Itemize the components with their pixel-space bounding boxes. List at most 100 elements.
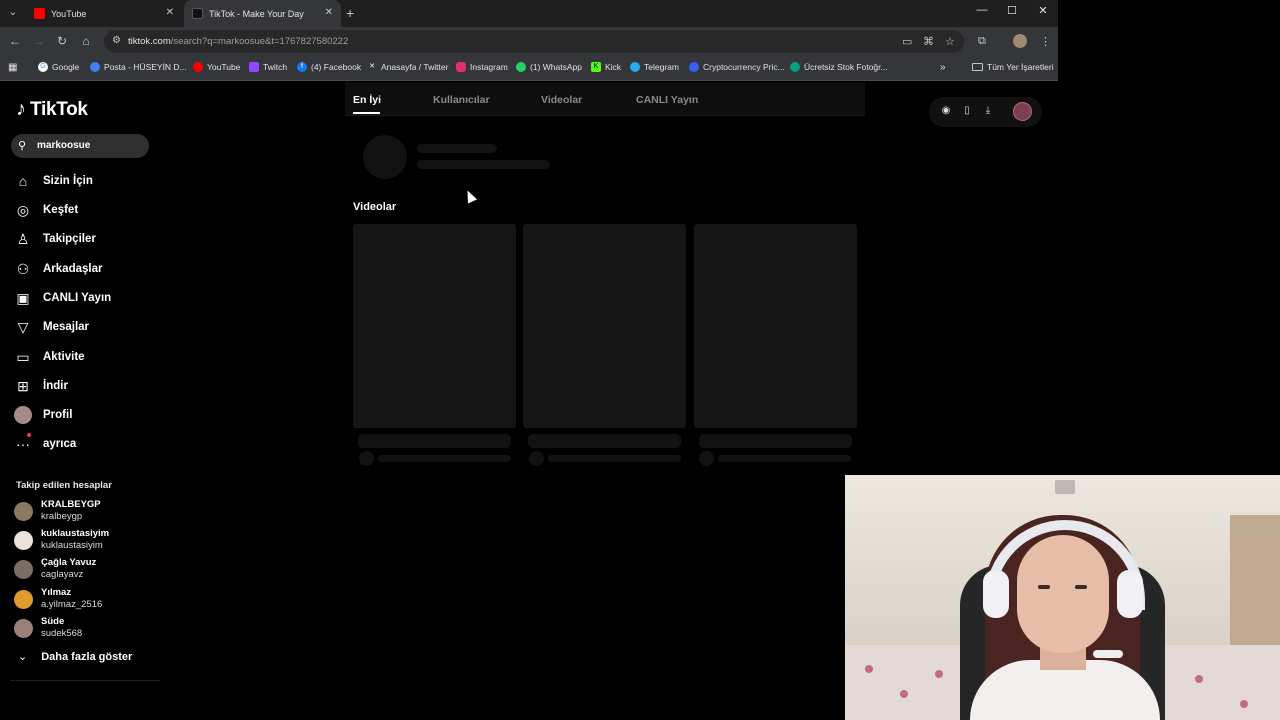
search-input[interactable]: ⚲ markoosue	[11, 134, 149, 158]
nav-download[interactable]: ⊞ İndir	[14, 376, 68, 396]
close-icon[interactable]: ✕	[166, 7, 174, 18]
bookmark-label: Posta - HÜSEYİN D...	[104, 62, 187, 72]
youtube-icon	[34, 8, 45, 19]
video-card-skeleton[interactable]	[523, 224, 686, 428]
nav-more[interactable]: ··· ayrıca	[14, 433, 76, 454]
nav-label: Mesajlar	[43, 321, 90, 333]
nav-live[interactable]: ▣ CANLI Yayın	[14, 288, 111, 308]
window-close-icon[interactable]: ✕	[1033, 4, 1053, 17]
minimize-icon[interactable]: —	[972, 4, 992, 16]
nav-for-you[interactable]: ⌂ Sizin İçin	[14, 171, 93, 191]
install-icon[interactable]: ▭	[902, 35, 912, 48]
followed-account[interactable]: Çağla Yavuz caglayavz	[14, 557, 164, 581]
skeleton-line	[699, 434, 852, 448]
apps-grid-icon[interactable]: ▦	[8, 62, 17, 73]
home-icon[interactable]: ⌂	[79, 34, 93, 48]
tab-videos[interactable]: Videolar	[541, 94, 582, 106]
nav-profile[interactable]: Profil	[14, 405, 72, 425]
header-actions: ◉ ▯ ⤓	[929, 97, 1042, 127]
maximize-icon[interactable]: ☐	[1002, 4, 1022, 17]
webcam-pattern	[1195, 675, 1203, 683]
translate-icon[interactable]: ⌘	[923, 35, 934, 48]
webcam-shelf	[1230, 515, 1280, 655]
all-bookmarks-folder[interactable]: Tüm Yer İşaretleri	[972, 62, 1054, 72]
bookmark-whatsapp[interactable]: (1) WhatsApp	[516, 62, 582, 72]
bookmark-label: Twitch	[263, 62, 288, 72]
download-plus-icon: ⊞	[17, 378, 29, 394]
google-icon: G	[38, 62, 48, 72]
profile-avatar-icon[interactable]	[1013, 34, 1027, 48]
avatar	[14, 590, 33, 609]
search-value: markoosue	[37, 140, 91, 151]
tab-top[interactable]: En İyi	[353, 94, 381, 106]
user-avatar[interactable]	[1013, 102, 1032, 121]
bookmark-telegram[interactable]: Telegram	[630, 62, 679, 72]
tab-search-icon[interactable]: ⌄	[4, 4, 22, 22]
bookmark-pexels[interactable]: Ücretsiz Stok Fotoğr...	[790, 62, 888, 72]
back-icon[interactable]: ←	[8, 34, 22, 48]
folder-icon	[972, 63, 983, 71]
close-icon[interactable]: ✕	[325, 7, 333, 18]
extensions-icon[interactable]: ⧉	[978, 35, 986, 48]
coin-icon	[689, 62, 699, 72]
following-accounts-title: Takip edilen hesaplar	[16, 480, 112, 491]
bookmark-label: Google	[52, 62, 80, 72]
new-tab-button[interactable]: +	[346, 5, 354, 21]
tab-users[interactable]: Kullanıcılar	[433, 94, 490, 106]
nav-explore[interactable]: ◎ Keşfet	[14, 200, 78, 220]
video-card-skeleton[interactable]	[353, 224, 516, 428]
skeleton-line	[718, 455, 851, 462]
webcam-overlay	[845, 475, 1280, 720]
skeleton-user-avatar	[363, 135, 407, 179]
tab-tiktok[interactable]: TikTok - Make Your Day ✕	[184, 0, 341, 27]
address-bar[interactable]: ⚙ tiktok.com/search?q=markoosue&t=176782…	[104, 30, 964, 53]
show-more-label: Daha fazla göster	[41, 650, 133, 663]
nav-friends[interactable]: ⚇ Arkadaşlar	[14, 259, 103, 279]
video-card-skeleton[interactable]	[694, 224, 857, 428]
nav-following[interactable]: ♙ Takipçiler	[14, 229, 96, 249]
search-icon: ⚲	[18, 140, 27, 152]
tiktok-note-icon: ♪	[16, 98, 26, 120]
divider	[10, 680, 160, 681]
download-icon[interactable]: ⤓	[981, 105, 995, 116]
show-more-button[interactable]: ⌄ Daha fazla göster	[18, 650, 133, 664]
account-handle: kralbeygp	[41, 511, 83, 522]
nav-activity[interactable]: ▭ Aktivite	[14, 347, 84, 367]
bookmark-facebook[interactable]: f (4) Facebook	[297, 62, 361, 72]
facebook-icon: f	[297, 62, 307, 72]
bookmark-instagram[interactable]: Instagram	[456, 62, 508, 72]
skeleton-line	[548, 455, 681, 462]
phone-icon[interactable]: ▯	[960, 105, 974, 116]
bookmark-label: YouTube	[207, 62, 241, 72]
tab-live[interactable]: CANLI Yayın	[636, 94, 698, 106]
mail-icon	[90, 62, 100, 72]
videos-section-title: Videolar	[353, 201, 397, 213]
skeleton-line	[358, 434, 511, 448]
bookmark-twitch[interactable]: Twitch	[249, 62, 287, 72]
account-handle: caglayavz	[41, 569, 84, 580]
followed-account[interactable]: kuklaustasiyim kuklaustasiyim	[14, 528, 164, 552]
more-bookmarks-icon[interactable]: »	[940, 62, 946, 73]
followed-account[interactable]: Yılmaz a.yilmaz_2516	[14, 587, 164, 611]
coins-icon[interactable]: ◉	[939, 105, 953, 116]
bookmark-kick[interactable]: K Kick	[591, 62, 621, 72]
bookmark-crypto[interactable]: Cryptocurrency Pric...	[689, 62, 785, 72]
menu-kebab-icon[interactable]: ⋮	[1040, 35, 1051, 48]
followed-account[interactable]: Süde sudek568	[14, 616, 164, 640]
tiktok-logo[interactable]: ♪ TikTok	[16, 98, 88, 121]
bookmark-label: Kick	[605, 62, 622, 72]
tab-youtube[interactable]: YouTube ✕	[26, 0, 182, 27]
avatar	[14, 502, 33, 521]
bookmark-youtube[interactable]: YouTube	[193, 62, 240, 72]
bookmark-twitter[interactable]: ✕ Anasayfa / Twitter	[367, 62, 448, 72]
avatar	[14, 560, 33, 579]
followed-account[interactable]: KRALBEYGP kralbeygp	[14, 499, 164, 523]
bookmark-google[interactable]: G Google	[38, 62, 79, 72]
bookmark-posta[interactable]: Posta - HÜSEYİN D...	[90, 62, 187, 72]
nav-messages[interactable]: ▽ Mesajlar	[14, 317, 89, 337]
reload-icon[interactable]: ↻	[55, 34, 69, 48]
forward-icon[interactable]: →	[32, 34, 46, 48]
bookmarks-bar: ▦ G Google Posta - HÜSEYİN D... YouTube T…	[0, 56, 1058, 81]
bookmark-star-icon[interactable]: ☆	[945, 35, 955, 48]
site-info-icon[interactable]: ⚙	[112, 35, 121, 46]
